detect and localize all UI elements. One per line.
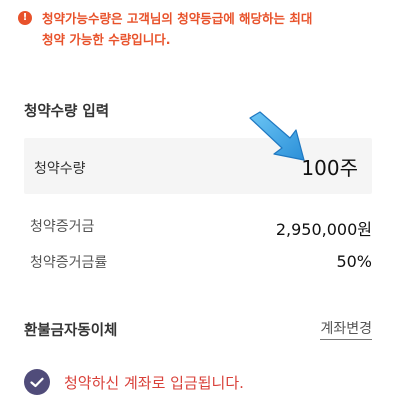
exclamation-icon: ! bbox=[18, 11, 32, 25]
deposit-message: 청약하신 계좌로 입금됩니다. bbox=[24, 369, 244, 395]
blue-pointer-arrow-icon bbox=[249, 111, 305, 161]
deposit-message-text: 청약하신 계좌로 입금됩니다. bbox=[64, 373, 244, 392]
notice-banner: ! 청약가능수량은 고객님의 청약등급에 해당하는 최대 청약 가능한 수량입니… bbox=[18, 8, 388, 50]
refund-transfer-row: 환불금자동이체 계좌변경 bbox=[24, 318, 372, 340]
quantity-label: 청약수량 bbox=[34, 161, 86, 177]
check-circle-icon bbox=[24, 369, 50, 395]
deposit-rate-value: 50% bbox=[336, 252, 372, 271]
notice-line-1: 청약가능수량은 고객님의 청약등급에 해당하는 최대 bbox=[42, 11, 313, 26]
change-account-link[interactable]: 계좌변경 bbox=[320, 318, 372, 340]
refund-title: 환불금자동이체 bbox=[24, 323, 118, 339]
deposit-row: 청약증거금 2,950,000원 bbox=[30, 216, 372, 240]
section-title: 청약수량 입력 bbox=[24, 104, 110, 120]
deposit-rate-label: 청약증거금률 bbox=[30, 255, 108, 271]
quantity-input[interactable]: 청약수량 100주 bbox=[24, 138, 372, 194]
notice-line-2: 청약 가능한 수량입니다. bbox=[42, 32, 171, 47]
notice-text: 청약가능수량은 고객님의 청약등급에 해당하는 최대 청약 가능한 수량입니다. bbox=[42, 8, 312, 50]
deposit-rate-row: 청약증거금률 50% bbox=[30, 252, 372, 272]
deposit-value: 2,950,000원 bbox=[275, 220, 372, 239]
deposit-label: 청약증거금 bbox=[30, 219, 95, 235]
